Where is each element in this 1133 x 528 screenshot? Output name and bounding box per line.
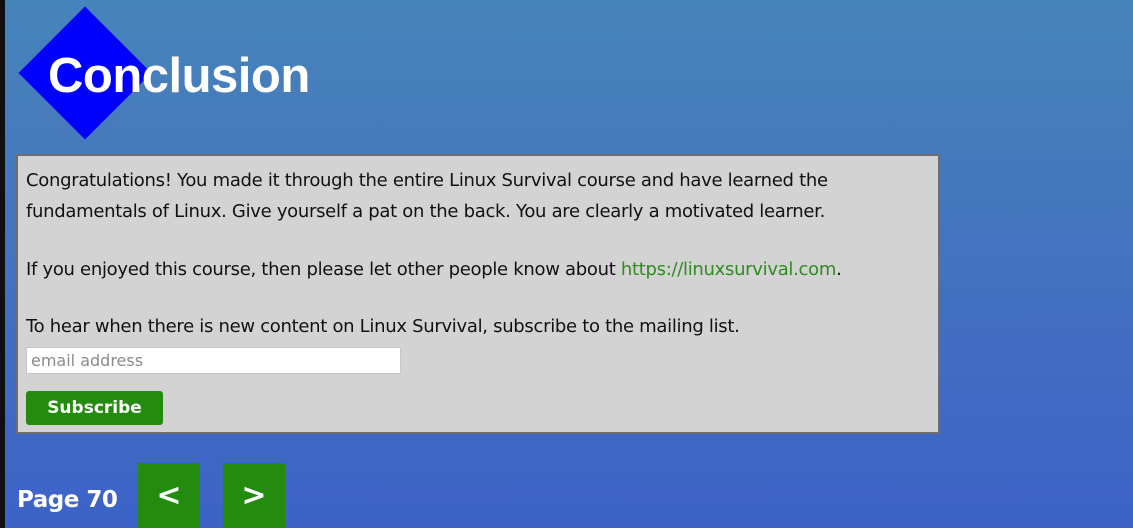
subscribe-button[interactable]: Subscribe [26, 391, 163, 425]
window-edge [0, 0, 5, 528]
mailing-list-text: To hear when there is new content on Lin… [26, 316, 740, 337]
congrats-line-1: Congratulations! You made it through the… [26, 170, 828, 191]
share-paragraph: If you enjoyed this course, then please … [26, 254, 842, 285]
linuxsurvival-link[interactable]: https://linuxsurvival.com [621, 259, 836, 280]
congrats-line-2: fundamentals of Linux. Give yourself a p… [26, 201, 826, 222]
chevron-left-icon: < [156, 478, 182, 513]
title-banner: Conclusion [18, 6, 348, 140]
previous-page-button[interactable]: < [138, 463, 200, 528]
share-period: . [836, 259, 842, 280]
email-input[interactable] [26, 347, 401, 374]
congratulations-paragraph: Congratulations! You made it through the… [26, 165, 828, 227]
page-number: Page 70 [17, 487, 118, 513]
chevron-right-icon: > [241, 478, 267, 513]
next-page-button[interactable]: > [223, 463, 285, 528]
content-panel: Congratulations! You made it through the… [16, 154, 940, 434]
share-text: If you enjoyed this course, then please … [26, 259, 621, 280]
page-title: Conclusion [48, 49, 310, 103]
